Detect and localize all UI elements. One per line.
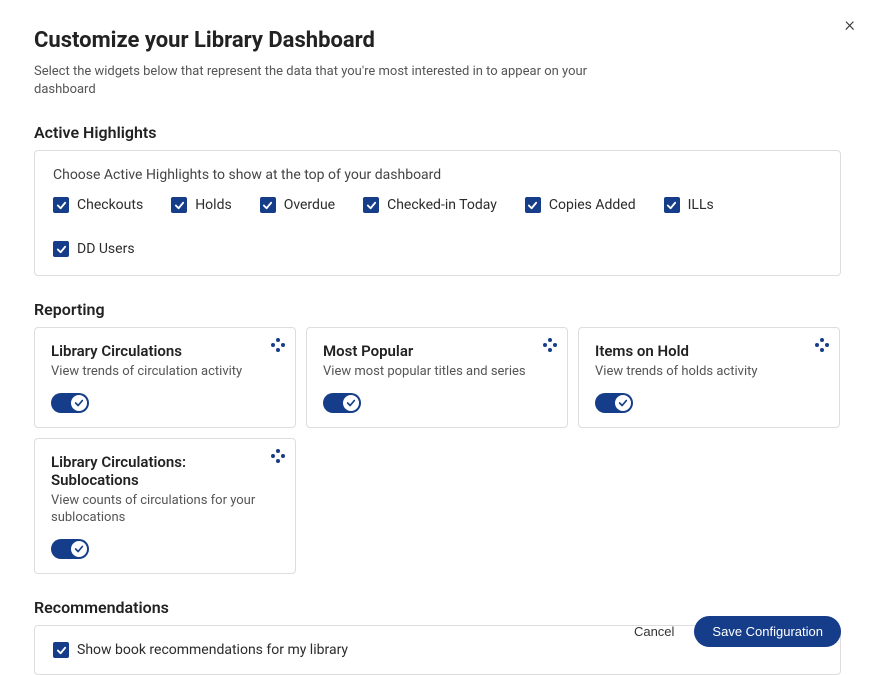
highlight-label: DD Users	[77, 241, 135, 257]
checkbox-icon	[664, 197, 680, 213]
highlight-ills[interactable]: ILLs	[664, 197, 714, 213]
checkbox-icon	[260, 197, 276, 213]
page-title: Customize your Library Dashboard	[34, 28, 841, 53]
highlight-label: Holds	[195, 197, 232, 213]
drag-handle-icon[interactable]	[271, 338, 285, 352]
section-title-recommendations: Recommendations	[34, 598, 841, 617]
card-description: View trends of holds activity	[595, 363, 823, 381]
close-icon[interactable]: ×	[845, 14, 855, 34]
report-card-items-on-hold: Items on Hold View trends of holds activ…	[578, 327, 840, 428]
card-description: View most popular titles and series	[323, 363, 551, 381]
highlight-checkouts[interactable]: Checkouts	[53, 197, 143, 213]
checkbox-icon	[53, 642, 69, 658]
reporting-grid: Library Circulations View trends of circ…	[34, 327, 841, 574]
checkbox-icon	[53, 241, 69, 257]
toggle-thumb-icon	[343, 395, 359, 411]
card-title: Most Popular	[323, 342, 551, 360]
highlight-label: Overdue	[284, 197, 335, 213]
card-toggle[interactable]	[323, 393, 361, 413]
checkbox-icon	[171, 197, 187, 213]
checkbox-icon	[363, 197, 379, 213]
highlight-checked-in-today[interactable]: Checked-in Today	[363, 197, 497, 213]
footer: Cancel Save Configuration	[634, 616, 841, 647]
report-card-library-circulations-sublocations: Library Circulations: Sublocations View …	[34, 438, 296, 574]
toggle-thumb-icon	[615, 395, 631, 411]
highlights-row: Checkouts Holds Overdue Checked-in Today…	[53, 197, 822, 257]
highlight-dd-users[interactable]: DD Users	[53, 241, 135, 257]
highlight-copies-added[interactable]: Copies Added	[525, 197, 636, 213]
report-card-most-popular: Most Popular View most popular titles an…	[306, 327, 568, 428]
highlight-holds[interactable]: Holds	[171, 197, 232, 213]
drag-handle-icon[interactable]	[543, 338, 557, 352]
card-description: View counts of circulations for your sub…	[51, 492, 279, 527]
highlights-panel: Choose Active Highlights to show at the …	[34, 150, 841, 276]
recommendations-label: Show book recommendations for my library	[77, 642, 348, 658]
section-title-highlights: Active Highlights	[34, 123, 841, 142]
drag-handle-icon[interactable]	[815, 338, 829, 352]
checkbox-icon	[525, 197, 541, 213]
card-title: Items on Hold	[595, 342, 823, 360]
card-description: View trends of circulation activity	[51, 363, 279, 381]
card-title: Library Circulations	[51, 342, 279, 360]
highlight-label: Checked-in Today	[387, 197, 497, 213]
card-title: Library Circulations: Sublocations	[51, 453, 279, 489]
card-toggle[interactable]	[51, 393, 89, 413]
report-card-library-circulations: Library Circulations View trends of circ…	[34, 327, 296, 428]
highlight-label: Copies Added	[549, 197, 636, 213]
highlight-label: Checkouts	[77, 197, 143, 213]
page-description: Select the widgets below that represent …	[34, 63, 594, 99]
save-configuration-button[interactable]: Save Configuration	[694, 616, 841, 647]
card-toggle[interactable]	[595, 393, 633, 413]
card-toggle[interactable]	[51, 539, 89, 559]
toggle-thumb-icon	[71, 395, 87, 411]
cancel-button[interactable]: Cancel	[634, 624, 674, 639]
drag-handle-icon[interactable]	[271, 449, 285, 463]
highlights-description: Choose Active Highlights to show at the …	[53, 167, 822, 183]
section-title-reporting: Reporting	[34, 300, 841, 319]
toggle-thumb-icon	[71, 541, 87, 557]
checkbox-icon	[53, 197, 69, 213]
highlight-overdue[interactable]: Overdue	[260, 197, 335, 213]
highlight-label: ILLs	[688, 197, 714, 213]
